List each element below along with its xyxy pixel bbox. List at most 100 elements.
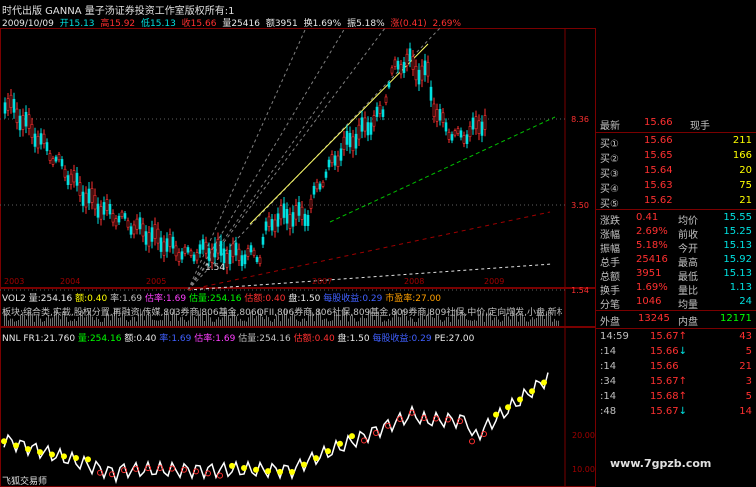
tick-price: 15.67↓ [650, 406, 688, 417]
tick-row[interactable]: :34 15.67↑ 3 [596, 376, 756, 390]
nnl-signal-dot [85, 456, 91, 463]
volume-bar [102, 321, 103, 326]
nnl-axis-20: 20.00 [572, 431, 595, 440]
tick-volume: 14 [739, 406, 752, 417]
stat-row: 换手 1.69% 量比 1.13 [596, 282, 756, 297]
candle-body [132, 224, 136, 235]
candle-body [453, 130, 457, 136]
candle-body [12, 98, 16, 113]
candle-body [285, 209, 289, 224]
candle-body [99, 206, 103, 220]
candle-body [465, 134, 469, 144]
tick-volume: 43 [739, 331, 752, 342]
volume-bar [238, 321, 239, 326]
volume-bar [136, 321, 137, 326]
nnl-signal-dot [541, 379, 547, 386]
vol-item-pe: 市盈率:27.00 [385, 294, 442, 304]
tick-volume: 5 [745, 391, 752, 402]
candle-body [336, 155, 340, 167]
volume-bar [230, 318, 231, 326]
candle-body [258, 257, 262, 264]
tick-row[interactable]: 14:59 15.67↑ 43 [596, 331, 756, 345]
tick-row[interactable]: :48 15.67↓ 14 [596, 406, 756, 420]
bid-row: 买⑤ 15.62 21 [596, 195, 756, 210]
nnl-signal-dot [1, 438, 7, 445]
volume-bar [44, 321, 45, 326]
volume-bar [408, 320, 409, 326]
nnl-signal-dot [229, 462, 235, 469]
volume-bar [474, 319, 475, 326]
stat-value: 3951 [636, 268, 662, 279]
nnl-signal-dot [277, 468, 283, 475]
volume-bar [390, 320, 391, 326]
inner-value: 12171 [720, 313, 752, 324]
nnl-signal-dot [25, 446, 31, 453]
bid-price: 15.66 [644, 135, 673, 146]
volume-bar [16, 321, 17, 326]
volume-bar [40, 318, 41, 326]
tick-row[interactable]: :14 15.68↑ 5 [596, 391, 756, 405]
volume-bar [130, 320, 131, 326]
volume-bar [500, 321, 501, 326]
candle-body [27, 114, 31, 129]
candle-body [165, 238, 169, 252]
year-2007: 2007 [312, 277, 332, 286]
candle-body [378, 104, 382, 114]
tick-price: 15.68↑ [650, 391, 688, 402]
candle-body [234, 242, 238, 256]
volume-bar [264, 319, 265, 326]
vol-item-rate: 率:1.69 [110, 294, 143, 304]
stat-label: 今开 [678, 244, 698, 255]
candle-body [54, 156, 58, 162]
candle-body [216, 239, 220, 254]
candle-body [18, 115, 22, 131]
volume-bar [110, 320, 111, 326]
candle-body [399, 64, 403, 75]
kline-chart[interactable]: 8.36 3.50 1.54 1.54 2003 2004 2005 2007 … [0, 0, 596, 487]
volume-bar [132, 316, 133, 326]
candle-body [360, 117, 364, 132]
candle-body [141, 223, 145, 237]
bid-label: 买① [600, 139, 619, 150]
candle-body [357, 124, 361, 140]
volume-bar [104, 317, 105, 326]
volume-bar [184, 319, 185, 326]
volume-bar [210, 317, 211, 326]
volume-bar [448, 316, 449, 326]
volume-bar [306, 320, 307, 326]
candle-body [330, 154, 334, 164]
nnl-signal-dot [337, 440, 343, 447]
bid-price: 15.64 [644, 165, 673, 176]
volume-bar [120, 317, 121, 326]
candle-body [111, 213, 115, 223]
candle-body [441, 112, 445, 123]
candle-body [318, 183, 322, 190]
volume-bar [458, 319, 459, 326]
candle-body [333, 155, 337, 166]
candle-body [102, 202, 106, 215]
candle-body [213, 243, 217, 258]
nnl-item-rate: 率:1.69 [159, 334, 192, 344]
candle-body [363, 117, 367, 132]
volume-bar [466, 319, 467, 326]
candle-body [117, 215, 121, 223]
candle-body [15, 108, 19, 123]
volume-bar [298, 321, 299, 326]
tick-row[interactable]: :14 15.66 21 [596, 361, 756, 375]
candle-body [480, 121, 484, 136]
year-2004: 2004 [60, 277, 80, 286]
candle-body [315, 181, 319, 190]
nnl-indicator [1, 372, 549, 485]
tick-row[interactable]: :14 15.66↓ 5 [596, 346, 756, 360]
nnl-signal-dot [37, 449, 43, 456]
volume-bar [552, 321, 553, 326]
nnl-panel-header: NNL FR1:21.760 量:254.16 额:0.40 率:1.69 估率… [2, 331, 474, 344]
volume-bar [374, 320, 375, 326]
volume-bar [42, 321, 43, 326]
candle-body [90, 188, 94, 203]
volume-bar [304, 318, 305, 326]
candle-body [162, 241, 166, 256]
candle-body [168, 234, 172, 247]
candle-body [396, 60, 400, 70]
volume-bar [152, 319, 153, 326]
